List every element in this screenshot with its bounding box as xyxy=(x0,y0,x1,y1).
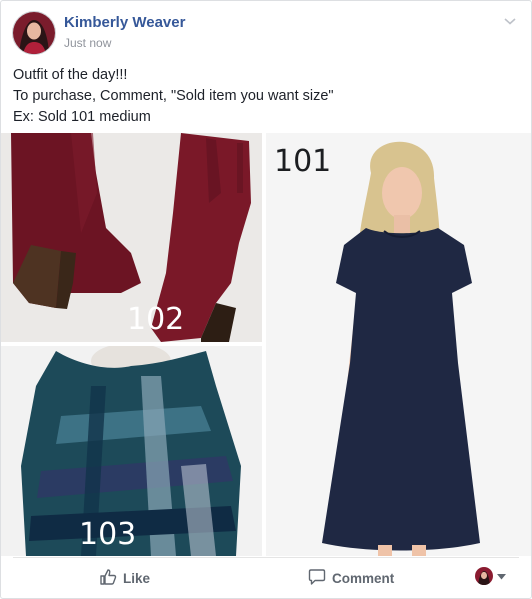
caret-down-icon xyxy=(497,567,506,585)
photo-number-label: 103 xyxy=(79,517,137,552)
post-text-line: Outfit of the day!!! xyxy=(13,67,128,83)
photo-scarf[interactable]: 103 xyxy=(1,346,262,556)
post-timestamp[interactable]: Just now xyxy=(64,36,111,50)
photo-number-label: 101 xyxy=(274,144,332,179)
comment-bubble-icon xyxy=(308,568,332,589)
photo-number-label: 102 xyxy=(127,302,185,337)
author-avatar[interactable] xyxy=(12,11,56,55)
like-button[interactable]: Like xyxy=(99,566,150,590)
post-card: Kimberly Weaver Just now Outfit of the d… xyxy=(0,0,532,599)
thumbs-up-icon xyxy=(99,568,123,589)
viewer-avatar xyxy=(475,567,493,585)
comment-button[interactable]: Comment xyxy=(308,566,394,590)
post-text: Outfit of the day!!! To purchase, Commen… xyxy=(13,65,334,128)
photo-dress[interactable]: 101 xyxy=(266,133,531,556)
post-as-selector[interactable] xyxy=(475,567,506,585)
post-options-chevron-icon[interactable] xyxy=(503,13,517,25)
photo-boots[interactable]: 102 xyxy=(1,133,262,342)
comment-label: Comment xyxy=(332,570,395,586)
photo-grid: 102 103 101 xyxy=(1,133,531,556)
author-name[interactable]: Kimberly Weaver xyxy=(64,14,185,31)
post-header: Kimberly Weaver Just now xyxy=(1,1,531,61)
post-text-line: To purchase, Comment, "Sold item you wan… xyxy=(13,88,334,104)
like-label: Like xyxy=(123,570,151,586)
post-text-line: Ex: Sold 101 medium xyxy=(13,109,151,125)
action-bar: Like Comment xyxy=(1,558,531,598)
